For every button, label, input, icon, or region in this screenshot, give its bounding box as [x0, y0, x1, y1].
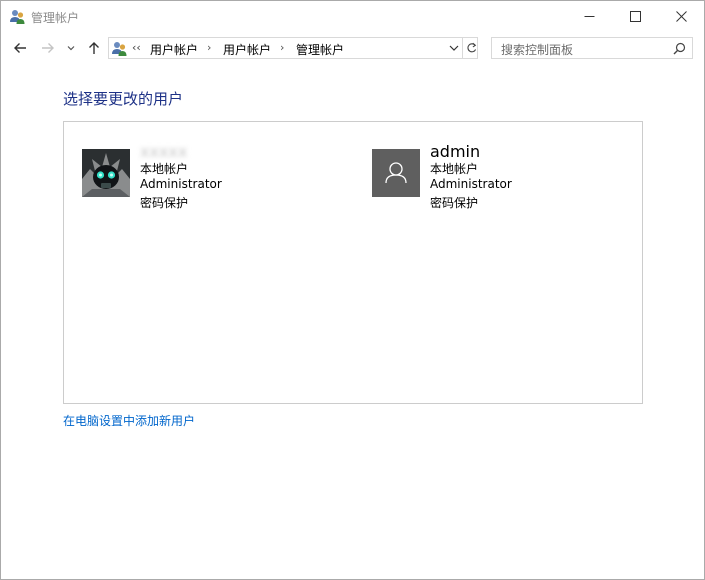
breadcrumb-separator[interactable]: ›	[207, 41, 211, 54]
password-status: 密码保护	[140, 196, 189, 210]
address-dropdown-button[interactable]	[446, 38, 462, 58]
window: 管理帐户 ‹‹ 用户帐户 › 用户帐户 › 管理帐户 搜索控制面板 选择要更改的…	[0, 0, 705, 580]
window-title: 管理帐户	[31, 11, 80, 25]
user-list-panel: xxxxx 本地帐户 Administrator 密码保护 admin 本地帐户…	[63, 121, 643, 404]
search-input[interactable]: 搜索控制面板	[501, 41, 573, 58]
navigation-bar: ‹‹ 用户帐户 › 用户帐户 › 管理帐户 搜索控制面板	[1, 31, 704, 67]
breadcrumb-overflow[interactable]: ‹‹	[132, 41, 141, 54]
breadcrumb-separator[interactable]: ›	[280, 41, 284, 54]
user-avatar[interactable]	[82, 149, 130, 197]
account-type: 本地帐户	[140, 162, 189, 176]
refresh-button[interactable]	[462, 38, 479, 58]
title-bar: 管理帐户	[1, 1, 704, 31]
page-heading: 选择要更改的用户	[63, 90, 184, 108]
avatar-image	[82, 149, 130, 197]
chevron-down-icon	[67, 46, 75, 51]
password-status: 密码保护	[430, 196, 479, 210]
refresh-icon	[466, 42, 476, 53]
arrow-left-icon	[14, 43, 26, 53]
maximize-icon	[629, 10, 641, 22]
search-icon[interactable]	[673, 42, 686, 55]
back-button[interactable]	[9, 38, 31, 58]
user-accounts-icon	[112, 42, 127, 56]
arrow-right-icon	[42, 43, 54, 53]
chevron-down-icon	[449, 45, 459, 51]
recent-locations-button[interactable]	[64, 38, 78, 58]
forward-button[interactable]	[37, 38, 59, 58]
user-avatar[interactable]	[372, 149, 420, 197]
user-tile[interactable]: admin 本地帐户 Administrator 密码保护	[372, 142, 632, 212]
add-new-user-link[interactable]: 在电脑设置中添加新用户	[63, 412, 195, 429]
address-bar[interactable]: ‹‹ 用户帐户 › 用户帐户 › 管理帐户	[108, 37, 478, 59]
breadcrumb-item[interactable]: 管理帐户	[296, 41, 344, 58]
user-name: admin	[430, 142, 481, 161]
search-box[interactable]: 搜索控制面板	[491, 37, 693, 59]
breadcrumb-item[interactable]: 用户帐户	[150, 41, 198, 58]
up-button[interactable]	[84, 38, 104, 58]
minimize-icon	[584, 15, 594, 17]
user-tile[interactable]: xxxxx 本地帐户 Administrator 密码保护	[82, 142, 352, 212]
close-button[interactable]	[658, 1, 704, 31]
account-group: Administrator	[430, 177, 512, 191]
breadcrumb-item[interactable]: 用户帐户	[223, 41, 271, 58]
close-icon	[675, 10, 687, 22]
minimize-button[interactable]	[566, 1, 612, 31]
account-type: 本地帐户	[430, 162, 479, 176]
arrow-up-icon	[89, 42, 99, 54]
user-name: xxxxx	[140, 142, 188, 161]
user-accounts-icon	[10, 10, 25, 24]
maximize-button[interactable]	[612, 1, 658, 31]
account-group: Administrator	[140, 177, 222, 191]
person-icon	[385, 162, 407, 184]
